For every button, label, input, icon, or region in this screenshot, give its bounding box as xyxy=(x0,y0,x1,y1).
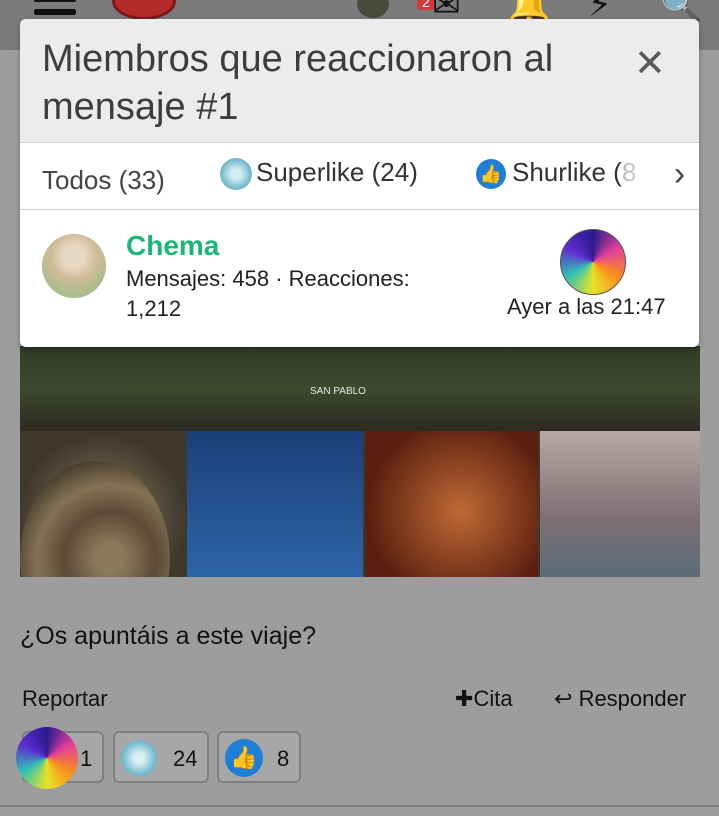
post-caption: ¿Os apuntáis a este viaje? xyxy=(20,622,316,650)
reaction-time: Ayer a las 21:47 xyxy=(507,294,666,319)
tab-all[interactable]: Todos (33) xyxy=(42,165,165,196)
reaction-count: 1 xyxy=(80,746,93,771)
post-image[interactable]: SAN PABLO xyxy=(20,346,700,577)
image-logo-text: SAN PABLO xyxy=(310,386,366,397)
quote-button[interactable]: ✚Cita xyxy=(455,686,513,712)
reactions-modal: Miembros que reaccionaron al mensaje #1 … xyxy=(20,19,699,347)
reaction-chip-shurlike[interactable]: 👍 8 xyxy=(217,731,301,783)
avatar[interactable] xyxy=(357,0,389,18)
ammonite-shape xyxy=(20,461,170,577)
report-link[interactable]: Reportar xyxy=(22,686,108,712)
superlike-icon xyxy=(121,740,157,776)
tab-shurlike[interactable]: 👍Shurlike (8 xyxy=(476,157,636,190)
reaction-user-row: Chema Mensajes: 458 · Reacciones: 1,212 … xyxy=(20,210,699,347)
reaction-count: 8 xyxy=(277,746,290,771)
tab-superlike[interactable]: Superlike (24) xyxy=(220,157,418,191)
image-panel-ichthyosaur xyxy=(187,431,363,577)
bottom-divider xyxy=(0,805,719,807)
user-name[interactable]: Chema xyxy=(126,230,219,262)
image-panel-ammonite xyxy=(20,431,185,577)
image-panel-plesiosaur xyxy=(540,431,700,577)
reaction-tabs: Todos (33) Superlike (24) 👍Shurlike (8 › xyxy=(20,143,699,210)
tab-superlike-label: Superlike (24) xyxy=(256,157,418,187)
modal-header: Miembros que reaccionaron al mensaje #1 … xyxy=(20,19,699,143)
reply-icon: ↩ xyxy=(554,686,573,711)
tab-shurlike-label: Shurlike ( xyxy=(512,157,622,187)
reply-label: Responder xyxy=(578,686,687,711)
tabs-fade xyxy=(626,143,656,209)
superlike-icon xyxy=(220,158,252,191)
image-panel-skull xyxy=(365,431,538,577)
spiral-reaction-icon xyxy=(16,727,78,789)
close-icon[interactable]: ✕ xyxy=(634,41,666,86)
user-stats: Mensajes: 458 · Reacciones: 1,212 xyxy=(126,266,410,321)
thumbs-up-icon: 👍 xyxy=(225,739,263,777)
plus-icon: ✚ xyxy=(455,686,474,711)
logo-icon[interactable] xyxy=(112,0,176,20)
quote-label: Cita xyxy=(473,686,513,711)
reply-button[interactable]: ↩ Responder xyxy=(554,686,686,712)
thumbs-up-icon: 👍 xyxy=(476,159,506,190)
modal-title: Miembros que reaccionaron al mensaje #1 xyxy=(42,38,554,128)
reaction-chip-spiral[interactable]: 1 xyxy=(16,727,104,789)
spiral-reaction-icon xyxy=(560,229,626,295)
reaction-count: 24 xyxy=(173,746,198,771)
avatar[interactable] xyxy=(42,234,106,298)
chevron-right-icon[interactable]: › xyxy=(660,155,699,199)
reaction-chip-superlike[interactable]: 24 xyxy=(113,731,209,783)
